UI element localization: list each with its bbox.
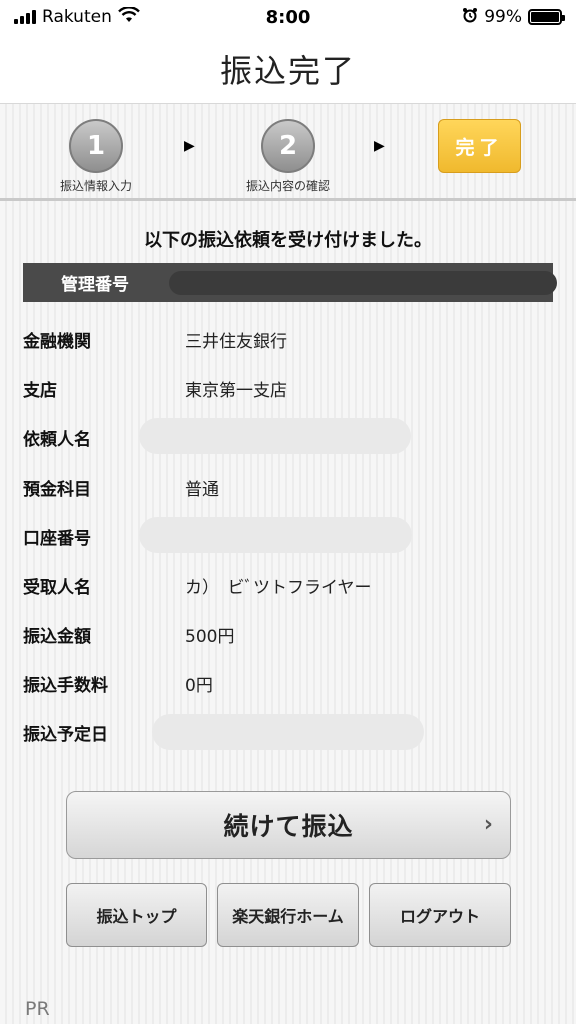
- carrier-name: Rakuten: [42, 7, 112, 27]
- detail-value: 500円: [185, 626, 235, 647]
- step-done-badge: 完了: [438, 119, 521, 173]
- progress-steps: 1 振込情報入力 ▶ 2 振込内容の確認 ▶ 完了: [0, 105, 576, 201]
- detail-label: 振込予定日: [23, 724, 108, 745]
- step-arrow-2: ▶: [374, 138, 385, 154]
- status-right: 99%: [462, 7, 565, 28]
- page-header: 振込完了: [0, 34, 576, 104]
- detail-value: 東京第一支店: [185, 380, 287, 401]
- status-left: Rakuten: [14, 5, 140, 28]
- step-1: 1 振込情報入力: [48, 119, 144, 194]
- detail-label: 受取人名: [23, 577, 91, 598]
- completion-message: 以下の振込依頼を受け付けました。: [144, 230, 432, 251]
- wifi-icon: [118, 5, 140, 28]
- detail-row-recipient: 受取人名 カ） ビﾞツトフライヤー: [23, 565, 553, 605]
- signal-icon: [14, 10, 36, 24]
- continue-transfer-button[interactable]: 続けて振込 ›: [66, 791, 511, 859]
- detail-value: 三井住友銀行: [185, 331, 287, 352]
- battery-fill: [531, 12, 559, 22]
- rakuten-home-button[interactable]: 楽天銀行ホーム: [217, 883, 359, 947]
- alarm-icon: [462, 7, 478, 28]
- detail-value: 普通: [185, 479, 219, 500]
- scheduled-date-redacted: [152, 714, 424, 750]
- pr-label: PR: [25, 998, 50, 1020]
- transfer-top-button[interactable]: 振込トップ: [66, 883, 207, 947]
- step-1-label: 振込情報入力: [59, 179, 132, 193]
- battery-percent: 99%: [484, 7, 522, 27]
- step-arrow-1: ▶: [184, 138, 195, 154]
- detail-label: 支店: [23, 380, 57, 401]
- detail-row-fee: 振込手数料 0円: [23, 663, 553, 703]
- detail-row-account-type: 預金科目 普通: [23, 467, 553, 507]
- page-title: 振込完了: [219, 51, 356, 90]
- management-number-redacted: [169, 271, 557, 295]
- management-number-label: 管理番号: [61, 275, 129, 295]
- detail-row-bank: 金融機関 三井住友銀行: [23, 319, 553, 359]
- continue-transfer-label: 続けて振込: [223, 812, 354, 841]
- detail-value: カ） ビﾞツトフライヤー: [185, 577, 372, 598]
- logout-button[interactable]: ログアウト: [369, 883, 511, 947]
- step-2: 2 振込内容の確認: [230, 119, 346, 194]
- detail-value: 0円: [185, 675, 213, 696]
- management-number-bar: 管理番号: [23, 263, 557, 302]
- detail-label: 預金科目: [23, 479, 91, 500]
- detail-row-branch: 支店 東京第一支店: [23, 368, 553, 408]
- account-number-redacted: [139, 517, 412, 553]
- requester-name-redacted: [139, 418, 411, 454]
- detail-row-amount: 振込金額 500円: [23, 614, 553, 654]
- status-bar: Rakuten 8:00 99%: [0, 0, 576, 34]
- detail-label: 振込金額: [23, 626, 91, 647]
- detail-label: 金融機関: [23, 331, 91, 352]
- step-1-circle: 1: [69, 119, 123, 173]
- detail-label: 振込手数料: [23, 675, 108, 696]
- step-2-label: 振込内容の確認: [245, 179, 330, 193]
- step-2-circle: 2: [261, 119, 315, 173]
- chevron-right-icon: ›: [483, 812, 494, 837]
- battery-icon: [528, 9, 565, 25]
